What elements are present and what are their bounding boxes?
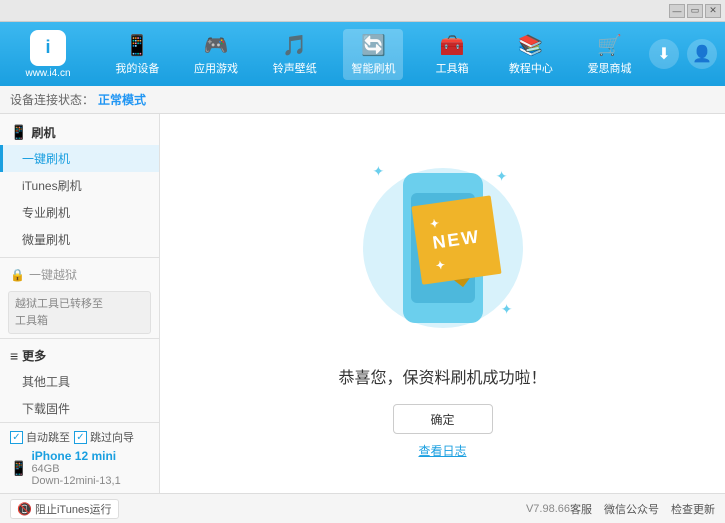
logo: i www.i4.cn	[8, 30, 88, 79]
sparkle-2: ✦	[496, 168, 508, 185]
one-click-flash-label: 一键刷机	[22, 152, 70, 166]
illustration: ✦ NEW ✦ ✦ ✦ ✦	[353, 148, 533, 348]
nav-ringtones[interactable]: 🎵 铃声壁纸	[265, 29, 325, 80]
view-log-link[interactable]: 查看日志	[418, 442, 466, 459]
customer-service-link[interactable]: 客服	[570, 501, 592, 517]
content-area: ✦ NEW ✦ ✦ ✦ ✦ 恭喜您，保资料刷机成功啦！ 确定 查看日志	[160, 114, 725, 493]
nav-toolbox[interactable]: 🧰 工具箱	[422, 29, 482, 80]
nav-store-label: 爱思商城	[588, 60, 632, 76]
skip-wizard-label: 跳过向导	[90, 429, 134, 445]
status-value: 正常模式	[98, 91, 146, 108]
nav-items: 📱 我的设备 🎮 应用游戏 🎵 铃声壁纸 🔄 智能刷机 🧰 工具箱 📚 教程中心…	[98, 29, 649, 80]
device-details: iPhone 12 mini 64GB Down-12mini-13,1	[31, 449, 120, 487]
download-btn[interactable]: ⬇	[649, 39, 679, 69]
auto-jump-checkbox[interactable]: 自动跳至	[10, 429, 70, 445]
bottom-center: V7.98.66	[526, 503, 570, 515]
top-nav: i www.i4.cn 📱 我的设备 🎮 应用游戏 🎵 铃声壁纸 🔄 智能刷机 …	[0, 22, 725, 86]
sidebar-section-more: ≡ 更多	[0, 343, 159, 368]
success-text: 恭喜您，保资料刷机成功啦！	[338, 364, 546, 388]
status-label: 设备连接状态：	[10, 91, 94, 108]
sidebar-jailbreak-notice: 越狱工具已转移至工具箱	[8, 291, 151, 334]
nav-my-device-label: 我的设备	[115, 60, 159, 76]
sidebar-divider-1	[0, 257, 159, 258]
nav-toolbox-label: 工具箱	[436, 60, 469, 76]
smart-flash-icon: 🔄	[361, 33, 386, 58]
device-name: iPhone 12 mini	[31, 449, 120, 463]
sidebar-item-pro-flash[interactable]: 专业刷机	[0, 199, 159, 226]
apps-games-icon: 🎮	[204, 33, 229, 58]
flash-section-icon: 📱	[10, 124, 27, 141]
device-phone-icon: 📱	[10, 460, 27, 477]
more-section-label: 更多	[22, 347, 46, 364]
pro-flash-label: 专业刷机	[22, 206, 70, 220]
nav-store[interactable]: 🛒 爱思商城	[580, 29, 640, 80]
bottom-left: 📵 阻止iTunes运行	[10, 499, 268, 519]
jailbreak-label: 一键越狱	[29, 266, 77, 283]
micro-flash-label: 微量刷机	[22, 233, 70, 247]
new-badge-wrapper: ✦ NEW ✦	[411, 195, 502, 292]
user-btn[interactable]: 👤	[687, 39, 717, 69]
new-badge: ✦ NEW ✦	[411, 195, 501, 284]
sidebar-divider-2	[0, 338, 159, 339]
sidebar-item-micro-flash[interactable]: 微量刷机	[0, 226, 159, 253]
minimize-btn[interactable]: —	[669, 4, 685, 18]
itunes-phone-icon: 📵	[17, 502, 32, 516]
title-bar: — ▭ ✕	[0, 0, 725, 22]
ringtones-icon: 🎵	[282, 33, 307, 58]
other-tools-label: 其他工具	[22, 375, 70, 389]
confirm-button[interactable]: 确定	[393, 404, 493, 434]
version-text: V7.98.66	[526, 503, 570, 515]
sidebar-item-download-firmware[interactable]: 下载固件	[0, 395, 159, 422]
sidebar-item-one-click-flash[interactable]: 一键刷机	[0, 145, 159, 172]
download-firmware-label: 下载固件	[22, 402, 70, 416]
nav-tutorial-label: 教程中心	[509, 60, 553, 76]
restore-btn[interactable]: ▭	[687, 4, 703, 18]
wechat-link[interactable]: 微信公众号	[604, 501, 659, 517]
nav-my-device[interactable]: 📱 我的设备	[107, 29, 167, 80]
tutorial-icon: 📚	[518, 33, 543, 58]
device-firmware: Down-12mini-13,1	[31, 475, 120, 487]
status-bar: 设备连接状态： 正常模式	[0, 86, 725, 114]
nav-tutorial[interactable]: 📚 教程中心	[501, 29, 561, 80]
auto-jump-check	[10, 431, 23, 444]
toolbox-icon: 🧰	[440, 33, 465, 58]
sidebar-section-jailbreak: 🔒 一键越狱	[0, 262, 159, 287]
nav-apps-games-label: 应用游戏	[194, 60, 238, 76]
skip-wizard-checkbox[interactable]: 跳过向导	[74, 429, 134, 445]
my-device-icon: 📱	[125, 33, 150, 58]
flash-section-label: 刷机	[31, 124, 55, 141]
close-btn[interactable]: ✕	[705, 4, 721, 18]
store-icon: 🛒	[597, 33, 622, 58]
sparkle-3: ✦	[501, 301, 513, 318]
nav-smart-flash[interactable]: 🔄 智能刷机	[343, 29, 403, 80]
sparkle-1: ✦	[373, 163, 385, 180]
bottom-right: 客服 微信公众号 检查更新	[570, 501, 715, 517]
nav-smart-flash-label: 智能刷机	[351, 60, 395, 76]
itunes-status-text: 阻止iTunes运行	[35, 501, 112, 517]
more-section-icon: ≡	[10, 348, 18, 364]
device-info-panel: 自动跳至 跳过向导 📱 iPhone 12 mini 64GB Down-12m…	[0, 422, 160, 493]
logo-text: www.i4.cn	[25, 68, 70, 79]
checkboxes-row: 自动跳至 跳过向导	[10, 429, 149, 445]
sidebar-item-other-tools[interactable]: 其他工具	[0, 368, 159, 395]
nav-apps-games[interactable]: 🎮 应用游戏	[186, 29, 246, 80]
auto-jump-label: 自动跳至	[26, 429, 70, 445]
skip-wizard-check	[74, 431, 87, 444]
itunes-status-item[interactable]: 📵 阻止iTunes运行	[10, 499, 119, 519]
nav-right: ⬇ 👤	[649, 39, 717, 69]
check-update-link[interactable]: 检查更新	[671, 501, 715, 517]
lock-icon: 🔒	[10, 268, 25, 282]
sidebar-section-flash: 📱 刷机	[0, 120, 159, 145]
logo-icon: i	[30, 30, 66, 66]
device-row: 📱 iPhone 12 mini 64GB Down-12mini-13,1	[10, 449, 149, 487]
device-storage: 64GB	[31, 463, 120, 475]
sidebar-item-itunes-flash[interactable]: iTunes刷机	[0, 172, 159, 199]
itunes-flash-label: iTunes刷机	[22, 179, 82, 193]
nav-ringtones-label: 铃声壁纸	[273, 60, 317, 76]
bottom-bar: 📵 阻止iTunes运行 自动跳至 跳过向导 📱 iPhone 12 mini …	[0, 493, 725, 523]
